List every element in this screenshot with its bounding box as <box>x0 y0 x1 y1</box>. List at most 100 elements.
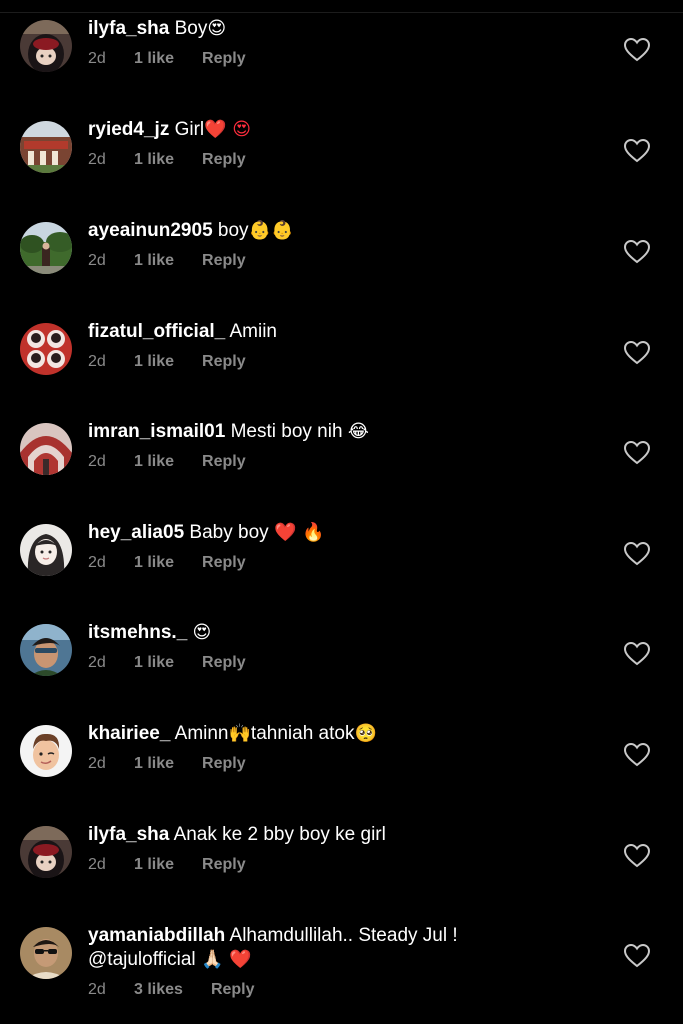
comment-text: boy <box>217 220 249 241</box>
comment-line: hey_alia05 Baby boy ❤️ 🔥 <box>88 521 608 545</box>
avatar[interactable] <box>20 927 72 979</box>
like-heart-icon[interactable] <box>624 240 650 264</box>
comment-text-continued: tahniah atok <box>250 723 355 744</box>
comment-likes[interactable]: 1 like <box>134 453 174 471</box>
comment-line: fizatul_official_ Amiin <box>88 320 608 344</box>
comment-meta: 2d 1 like Reply <box>88 755 608 773</box>
comment-username[interactable]: khairiee_ <box>88 723 170 744</box>
like-heart-icon[interactable] <box>624 139 650 163</box>
comment-body: ryied4_jz Girl❤️ 😍 2d 1 like Reply <box>88 118 608 169</box>
comment-line-2: @tajulofficial 🙏🏻 ❤️ <box>88 948 608 972</box>
reply-button[interactable]: Reply <box>202 50 246 68</box>
comment-item: hey_alia05 Baby boy ❤️ 🔥 2d 1 like Reply <box>0 521 683 621</box>
like-heart-icon[interactable] <box>624 441 650 465</box>
comment-line: itsmehns._ 😍 <box>88 621 608 645</box>
comment-meta: 2d 1 like Reply <box>88 453 608 471</box>
comment-username[interactable]: ayeainun2905 <box>88 220 213 241</box>
comment-username[interactable]: ilyfa_sha <box>88 18 169 39</box>
comment-text: Alhamdullilah.. Steady Jul ! <box>229 925 458 946</box>
avatar[interactable] <box>20 121 72 173</box>
like-heart-icon[interactable] <box>624 38 650 62</box>
hijab-girl-avatar <box>20 826 72 878</box>
like-heart-icon[interactable] <box>624 542 650 566</box>
building-photo-avatar <box>20 121 72 173</box>
comment-age: 2d <box>88 50 106 67</box>
comment-username[interactable]: imran_ismail01 <box>88 421 225 442</box>
sunglasses-man-avatar <box>20 927 72 979</box>
comment-item: yamaniabdillah Alhamdullilah.. Steady Ju… <box>0 924 683 1024</box>
comment-likes[interactable]: 3 likes <box>134 981 183 999</box>
like-heart-icon[interactable] <box>624 844 650 868</box>
comment-body: yamaniabdillah Alhamdullilah.. Steady Ju… <box>88 924 608 999</box>
comment-age: 2d <box>88 981 106 998</box>
comment-username[interactable]: yamaniabdillah <box>88 925 225 946</box>
comment-likes[interactable]: 1 like <box>134 252 174 270</box>
comment-body: hey_alia05 Baby boy ❤️ 🔥 2d 1 like Reply <box>88 521 608 572</box>
comment-body: ayeainun2905 boy👶👶 2d 1 like Reply <box>88 219 608 270</box>
comment-likes[interactable]: 1 like <box>134 856 174 874</box>
avatar[interactable] <box>20 323 72 375</box>
reply-button[interactable]: Reply <box>202 353 246 371</box>
emoji: 🙌 <box>228 723 251 744</box>
like-heart-icon[interactable] <box>624 743 650 767</box>
comment-meta: 2d 1 like Reply <box>88 151 608 169</box>
avatar[interactable] <box>20 524 72 576</box>
emoji: ❤️ 🔥 <box>273 522 325 543</box>
comment-username[interactable]: ryied4_jz <box>88 119 169 140</box>
comment-likes[interactable]: 1 like <box>134 50 174 68</box>
comment-body: fizatul_official_ Amiin 2d 1 like Reply <box>88 320 608 371</box>
comment-body: itsmehns._ 😍 2d 1 like Reply <box>88 621 608 672</box>
reply-button[interactable]: Reply <box>202 755 246 773</box>
cartoon-girl-avatar <box>20 524 72 576</box>
comment-username[interactable]: hey_alia05 <box>88 522 184 543</box>
reply-button[interactable]: Reply <box>202 453 246 471</box>
comment-line: ilyfa_sha Boy😍 <box>88 17 608 41</box>
mention-link[interactable]: @tajulofficial <box>88 949 196 970</box>
reply-button[interactable]: Reply <box>202 654 246 672</box>
comment-body: imran_ismail01 Mesti boy nih 😂 2d 1 like R… <box>88 420 608 471</box>
reply-button[interactable]: Reply <box>202 151 246 169</box>
reply-button[interactable]: Reply <box>202 554 246 572</box>
couple-circles-avatar <box>20 323 72 375</box>
comment-item: imran_ismail01 Mesti boy nih 😂 2d 1 like R… <box>0 420 683 520</box>
comment-username[interactable]: fizatul_official_ <box>88 321 225 342</box>
comment-text: Anak ke 2 bby boy ke girl <box>173 824 386 845</box>
emoji: 😂 <box>347 421 369 442</box>
comment-likes[interactable]: 1 like <box>134 554 174 572</box>
hijab-girl-avatar <box>20 20 72 72</box>
comment-item: ilyfa_sha Anak ke 2 bby boy ke girl 2d 1 … <box>0 823 683 923</box>
comment-age: 2d <box>88 151 106 168</box>
comment-item: ryied4_jz Girl❤️ 😍 2d 1 like Reply <box>0 118 683 218</box>
comment-item: ilyfa_sha Boy😍 2d 1 like Reply <box>0 17 683 117</box>
reply-button[interactable]: Reply <box>202 252 246 270</box>
avatar[interactable] <box>20 624 72 676</box>
avatar[interactable] <box>20 423 72 475</box>
like-heart-icon[interactable] <box>624 341 650 365</box>
comment-meta: 2d 1 like Reply <box>88 654 608 672</box>
avatar[interactable] <box>20 725 72 777</box>
reply-button[interactable]: Reply <box>211 981 255 999</box>
like-heart-icon[interactable] <box>624 642 650 666</box>
memoji-avatar <box>20 725 72 777</box>
comment-likes[interactable]: 1 like <box>134 151 174 169</box>
comment-likes[interactable]: 1 like <box>134 755 174 773</box>
avatar[interactable] <box>20 20 72 72</box>
comment-text: Mesti boy nih <box>230 421 343 442</box>
like-heart-icon[interactable] <box>624 944 650 968</box>
reply-button[interactable]: Reply <box>202 856 246 874</box>
comment-line: yamaniabdillah Alhamdullilah.. Steady Ju… <box>88 924 608 948</box>
comment-username[interactable]: ilyfa_sha <box>88 824 169 845</box>
comment-likes[interactable]: 1 like <box>134 353 174 371</box>
comment-age: 2d <box>88 654 106 671</box>
avatar[interactable] <box>20 222 72 274</box>
comment-item: khairiee_ Aminn🙌tahniah atok🥺 2d 1 like Re… <box>0 722 683 822</box>
emoji: 🙏🏻 ❤️ <box>200 949 252 970</box>
comment-body: khairiee_ Aminn🙌tahniah atok🥺 2d 1 like Re… <box>88 722 608 773</box>
comment-line: ayeainun2905 boy👶👶 <box>88 219 608 243</box>
avatar[interactable] <box>20 826 72 878</box>
comment-likes[interactable]: 1 like <box>134 654 174 672</box>
comment-username[interactable]: itsmehns._ <box>88 622 187 643</box>
emoji: 😍 <box>207 18 227 39</box>
comment-age: 2d <box>88 554 106 571</box>
red-arches-avatar <box>20 423 72 475</box>
